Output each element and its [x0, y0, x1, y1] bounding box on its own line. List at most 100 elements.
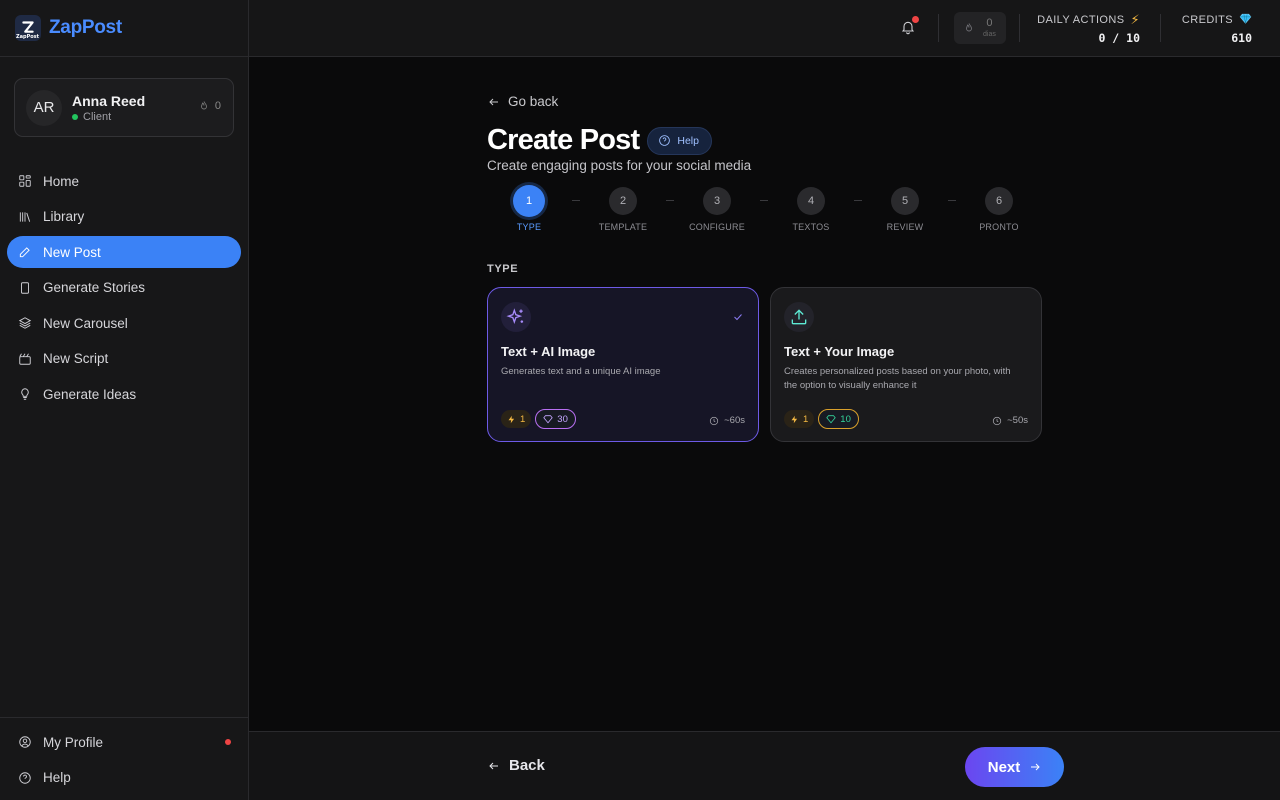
sidebar-item-new-script[interactable]: New Script — [7, 343, 241, 375]
daily-actions-label: DAILY ACTIONS — [1037, 14, 1125, 26]
daily-actions: DAILY ACTIONS ⚡ 0 / 10 — [1034, 12, 1140, 45]
step-label: CONFIGURE — [689, 222, 745, 232]
step-type[interactable]: 1 TYPE — [494, 185, 564, 232]
energy-cost-badge: 1 — [784, 410, 815, 428]
card-time: ~60s — [709, 415, 745, 426]
brand-name: ZapPost — [49, 17, 122, 38]
lightbulb-icon — [21, 388, 29, 400]
step-pronto[interactable]: 6 PRONTO — [964, 187, 1034, 232]
credit-cost-value: 30 — [557, 413, 568, 425]
clock-icon — [710, 416, 719, 425]
step-template[interactable]: 2 TEMPLATE — [588, 187, 658, 232]
step-number: 6 — [985, 187, 1013, 215]
card-cost: 1 10 — [784, 409, 859, 429]
grid-icon — [19, 175, 31, 187]
card-time-value: ~50s — [1007, 415, 1028, 426]
notifications-button[interactable] — [900, 16, 919, 37]
energy-cost-value: 1 — [520, 413, 526, 425]
credit-cost-badge: 30 — [535, 409, 576, 429]
clapper-icon — [19, 353, 31, 365]
go-back-link[interactable]: Go back — [488, 94, 558, 109]
sidebar-nav: Home Library New Post Generate Stories N… — [7, 165, 241, 414]
selected-check-icon — [732, 310, 744, 322]
top-bar: 0 dias DAILY ACTIONS ⚡ 0 / 10 CREDITS 61… — [249, 0, 1280, 57]
card-title: Text + Your Image — [784, 344, 895, 359]
step-configure[interactable]: 3 CONFIGURE — [682, 187, 752, 232]
profile-notification-dot — [225, 739, 231, 745]
diamond-icon — [543, 415, 554, 424]
phone-icon — [21, 281, 29, 294]
flame-icon — [200, 101, 207, 110]
back-button[interactable]: Back — [488, 757, 545, 774]
help-button-label: Help — [677, 134, 699, 147]
energy-cost-value: 1 — [803, 413, 809, 425]
user-circle-icon — [19, 736, 31, 748]
sidebar-item-generate-ideas[interactable]: Generate Ideas — [7, 378, 241, 410]
diamond-icon — [826, 415, 837, 424]
user-streak: 0 — [198, 100, 221, 112]
sidebar-item-label: My Profile — [43, 734, 104, 750]
step-number: 1 — [513, 185, 545, 217]
step-textos[interactable]: 4 TEXTOS — [776, 187, 846, 232]
footer-actions: Back Next — [249, 731, 1280, 800]
card-description: Creates personalized posts based on your… — [784, 366, 1011, 391]
step-connector — [666, 200, 674, 201]
credit-cost-value: 10 — [840, 413, 851, 425]
card-time-value: ~60s — [724, 415, 745, 426]
zappost-logo-icon: ZapPost — [15, 15, 41, 41]
brand-logo-text: ZapPost — [16, 34, 40, 40]
user-info: Anna Reed Client — [72, 93, 145, 123]
stepper: 1 TYPE 2 TEMPLATE 3 CONFIGURE 4 TEXTOS 5… — [487, 185, 1043, 237]
step-review[interactable]: 5 REVIEW — [870, 187, 940, 232]
type-card-ai-image[interactable]: Text + AI Image Generates text and a uni… — [487, 287, 759, 442]
sidebar: ZapPost ZapPost AR Anna Reed Client 0 Ho… — [0, 0, 249, 800]
streak-label: dias — [983, 31, 996, 38]
sidebar-bottom-nav: My Profile Help — [0, 717, 248, 797]
step-connector — [572, 200, 580, 201]
sidebar-item-generate-stories[interactable]: Generate Stories — [7, 272, 241, 304]
clock-icon — [993, 416, 1002, 425]
user-role-label: Client — [83, 110, 112, 123]
card-cost: 1 30 — [501, 409, 576, 429]
sidebar-item-label: New Post — [43, 244, 101, 260]
streak-counter[interactable]: 0 dias — [954, 12, 1006, 44]
online-status-dot — [72, 113, 78, 120]
card-icon-wrap — [501, 302, 531, 332]
sidebar-item-help[interactable]: Help — [7, 762, 241, 794]
main-content: Go back Create Post Help Create engaging… — [249, 57, 1280, 731]
sidebar-item-label: New Carousel — [43, 315, 128, 331]
lightning-icon: ⚡ — [1130, 12, 1140, 27]
user-streak-count: 0 — [214, 100, 221, 112]
next-button[interactable]: Next — [965, 747, 1064, 787]
card-time: ~50s — [992, 415, 1028, 426]
sidebar-item-new-post[interactable]: New Post — [7, 236, 241, 268]
user-card[interactable]: AR Anna Reed Client 0 — [14, 78, 234, 137]
help-button[interactable]: Help — [647, 126, 712, 155]
sidebar-item-label: New Script — [43, 351, 109, 366]
streak-text: 0 dias — [983, 18, 996, 39]
type-card-your-image[interactable]: Text + Your Image Creates personalized p… — [770, 287, 1042, 442]
step-number: 3 — [703, 187, 731, 215]
divider — [938, 14, 939, 42]
user-role: Client — [72, 111, 145, 123]
divider — [1019, 14, 1020, 42]
brand[interactable]: ZapPost ZapPost — [0, 0, 248, 57]
arrow-left-icon — [489, 762, 498, 769]
sidebar-item-home[interactable]: Home — [7, 165, 241, 197]
arrow-right-icon — [1031, 763, 1040, 771]
sidebar-item-library[interactable]: Library — [7, 201, 241, 233]
next-button-label: Next — [987, 758, 1021, 776]
card-description: Generates text and a unique AI image — [501, 366, 661, 377]
layers-icon — [18, 317, 32, 329]
page-subtitle: Create engaging posts for your social me… — [487, 158, 752, 173]
diamond-icon — [1239, 12, 1252, 28]
sidebar-item-label: Help — [43, 770, 71, 785]
sidebar-item-my-profile[interactable]: My Profile — [7, 726, 241, 758]
help-circle-icon — [19, 771, 31, 784]
step-number: 4 — [797, 187, 825, 215]
sidebar-item-new-carousel[interactable]: New Carousel — [7, 307, 241, 339]
sidebar-item-label: Generate Stories — [43, 280, 146, 295]
title-row: Create Post Help — [487, 124, 712, 157]
sidebar-item-label: Home — [43, 173, 80, 189]
divider — [1160, 14, 1161, 42]
